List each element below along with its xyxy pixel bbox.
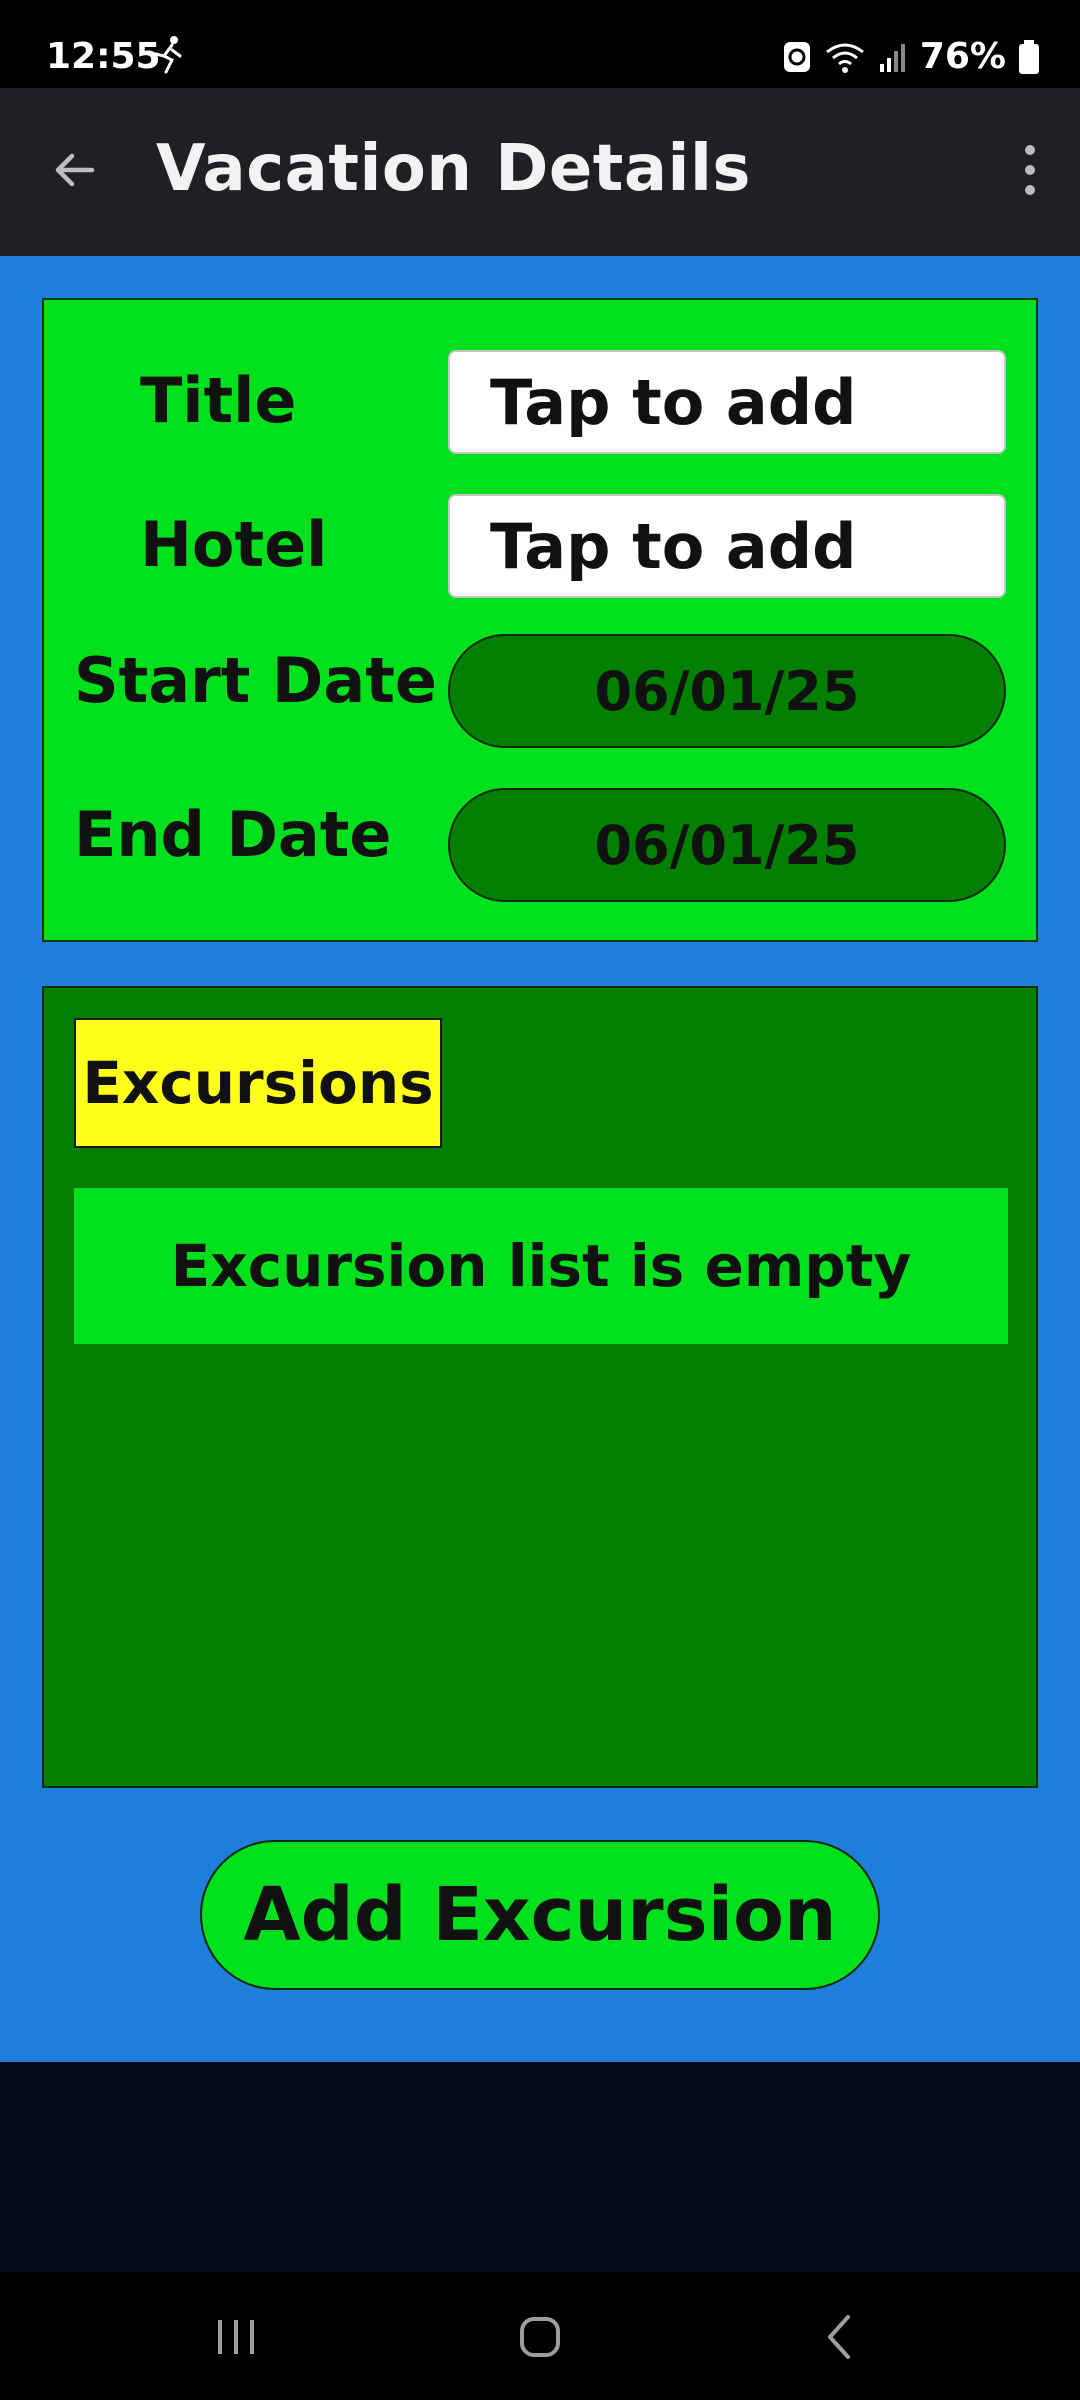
system-nav-bar	[0, 2272, 1080, 2400]
status-bar: 12:55 76%	[0, 0, 1080, 88]
back-button[interactable]	[36, 132, 112, 208]
wifi-icon	[825, 43, 864, 73]
status-icons: 76%	[782, 36, 1040, 77]
vacation-details-card: Title Tap to add Hotel Tap to add Start …	[42, 298, 1038, 942]
content-area: Title Tap to add Hotel Tap to add Start …	[0, 256, 1080, 2062]
recent-apps-icon	[218, 2320, 254, 2354]
system-back-button[interactable]	[800, 2302, 880, 2372]
status-time: 12:55	[46, 36, 161, 77]
title-label: Title	[140, 364, 297, 437]
auto-sync-icon	[783, 41, 810, 72]
activity-icon	[154, 36, 182, 74]
end-date-label: End Date	[74, 798, 392, 871]
battery-icon	[1019, 39, 1039, 74]
start-date-label: Start Date	[74, 644, 437, 717]
home-icon	[520, 2317, 560, 2357]
excursions-heading: Excursions	[74, 1018, 442, 1148]
app-bar: Vacation Details	[0, 88, 1080, 256]
back-icon	[828, 2315, 850, 2359]
hotel-label: Hotel	[140, 508, 328, 581]
start-date-picker[interactable]: 06/01/25	[448, 634, 1006, 748]
overflow-menu-button[interactable]	[1000, 138, 1060, 202]
page-title: Vacation Details	[156, 132, 751, 206]
battery-percent: 76%	[919, 36, 1006, 77]
home-button[interactable]	[500, 2302, 580, 2372]
end-date-picker[interactable]: 06/01/25	[448, 788, 1006, 902]
back-arrow-icon	[55, 153, 95, 187]
title-input[interactable]: Tap to add	[448, 350, 1006, 454]
add-excursion-button[interactable]: Add Excursion	[200, 1840, 880, 1990]
excursion-empty-message: Excursion list is empty	[74, 1188, 1008, 1344]
hotel-input[interactable]: Tap to add	[448, 494, 1006, 598]
recent-apps-button[interactable]	[196, 2302, 276, 2372]
signal-icon	[879, 43, 905, 72]
excursions-panel: Excursions Excursion list is empty	[42, 986, 1038, 1788]
more-vert-icon	[1025, 145, 1035, 195]
